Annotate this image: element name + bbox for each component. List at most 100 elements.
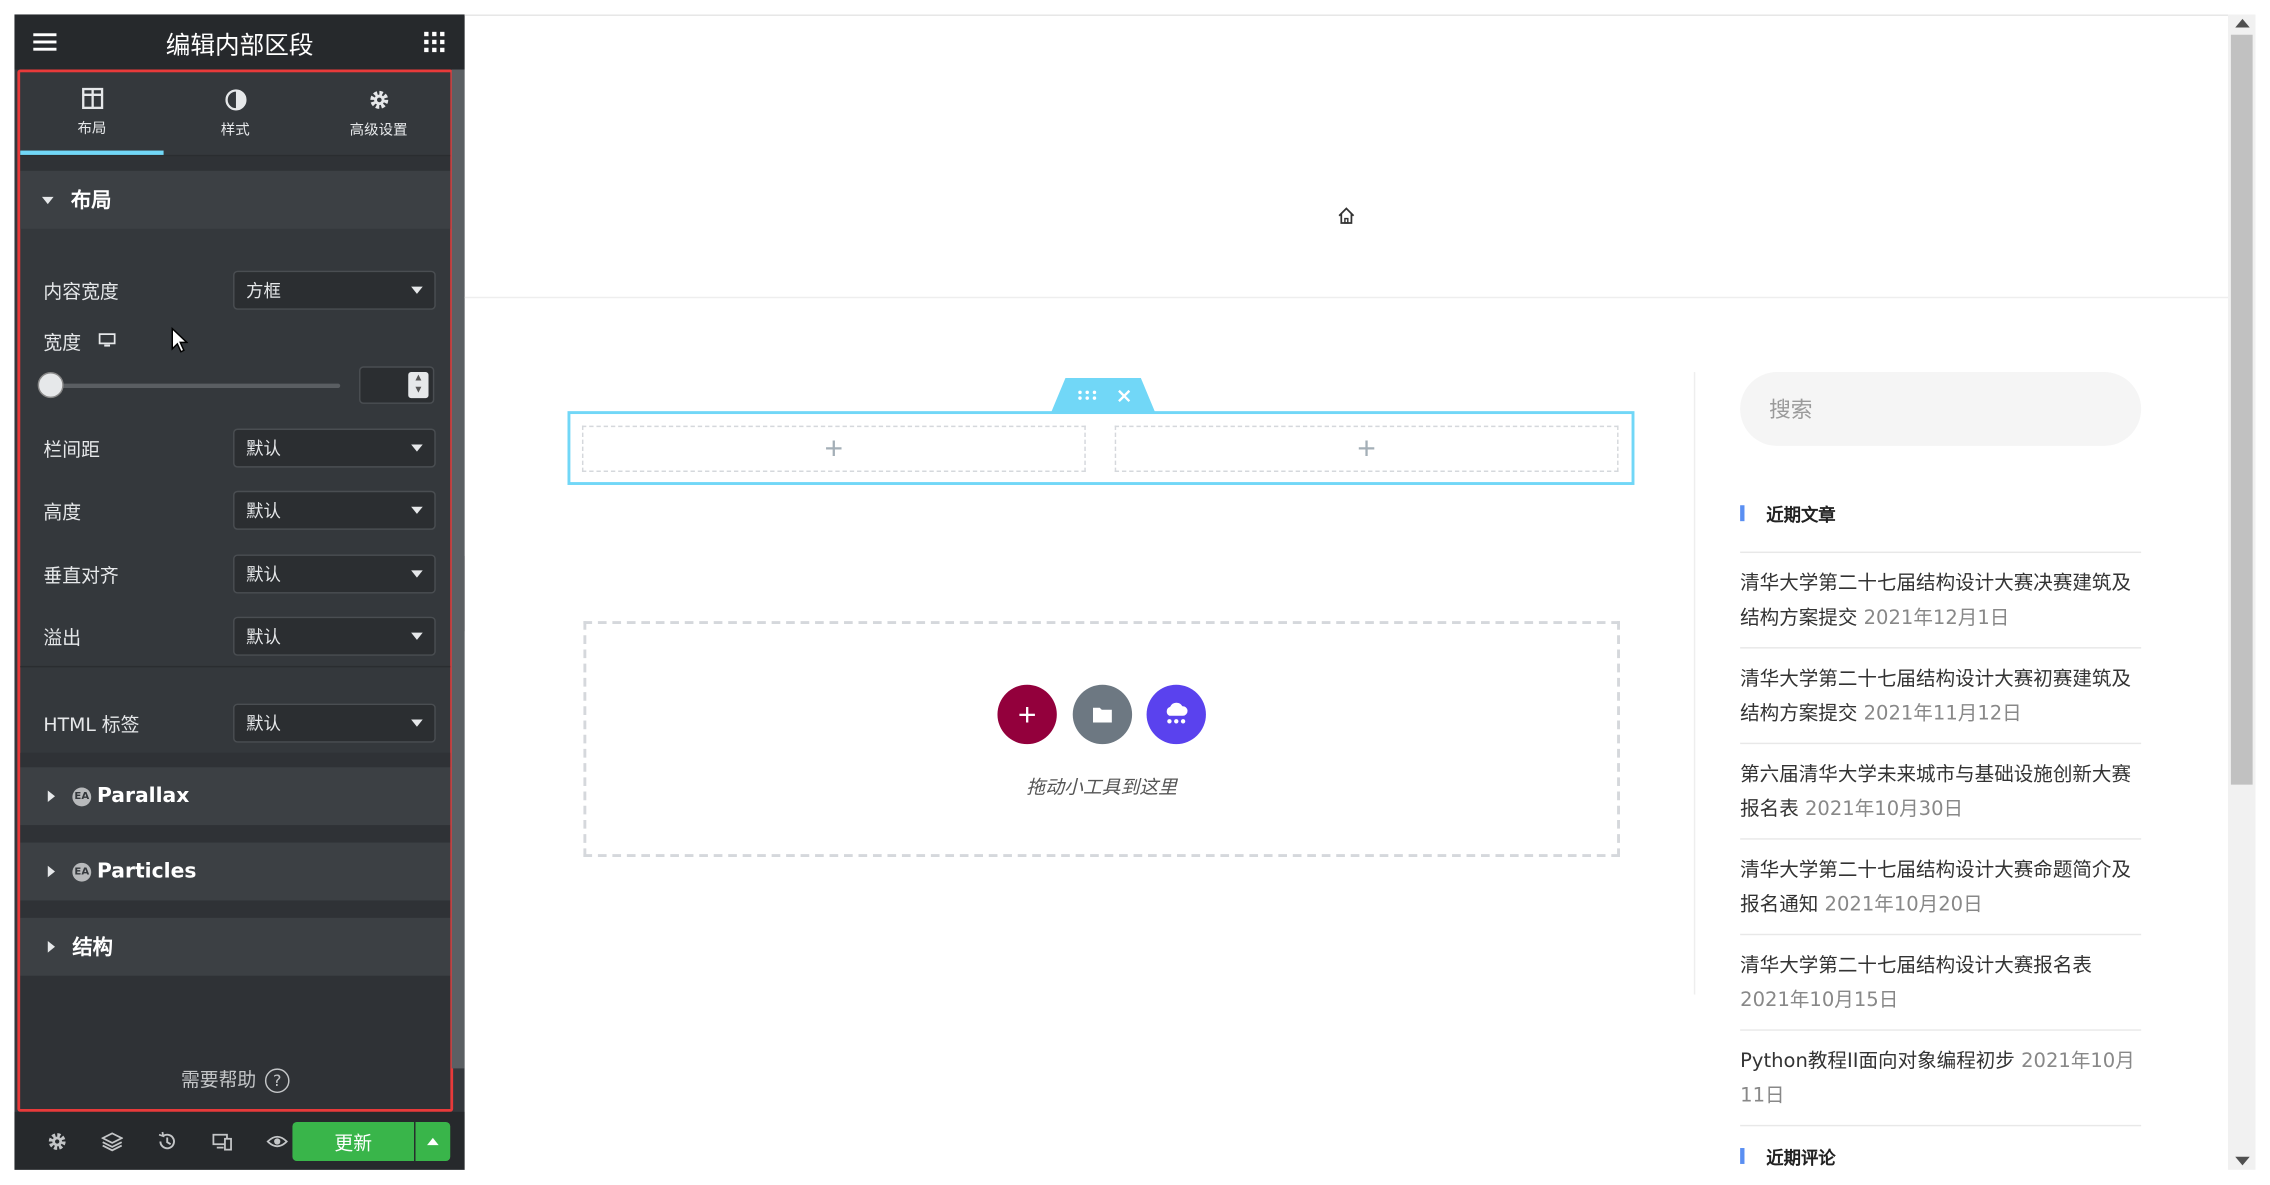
add-template-button[interactable] [1072,684,1133,745]
post-item[interactable]: 清华大学第二十七届结构设计大赛初赛建筑及结构方案提交 2021年11月12日 [1740,649,2142,745]
hamburger-menu-icon[interactable] [32,30,58,53]
drag-handle-icon[interactable] [1076,389,1096,401]
content-width-select[interactable]: 方框 [233,269,436,310]
search-input[interactable] [1740,372,2142,446]
height-control: 高度 默认 [43,489,436,530]
post-date: 2021年11月12日 [1863,702,2022,726]
overflow-select[interactable]: 默认 [233,615,436,656]
dropdown-arrow-icon [411,718,423,727]
vertical-align-control: 垂直对齐 默认 [43,553,436,594]
widget-drop-zone[interactable]: + 拖动小工具到这里 [583,621,1620,858]
widgets-grid-icon[interactable] [421,30,447,53]
caret-right-icon [47,941,56,953]
home-icon[interactable] [1336,206,1356,226]
help-text: 需要帮助 [180,1069,257,1092]
page-scrollbar[interactable] [2228,14,2256,1170]
scroll-up-icon[interactable] [2235,18,2250,28]
vertical-align-value: 默认 [246,563,281,585]
width-slider-handle[interactable] [37,372,64,399]
height-select[interactable]: 默认 [233,490,436,530]
column-gap-value: 默认 [246,437,281,459]
header-divider [464,296,2229,299]
history-footer-button[interactable] [139,1112,194,1170]
post-date: 2021年10月15日 [1740,988,1899,1012]
layout-section-title: 布局 [70,189,112,213]
particles-section-title: Particles [96,859,197,884]
html-tag-select[interactable]: 默认 [233,702,436,742]
columns-icon [81,87,103,109]
help-link[interactable]: 需要帮助? [20,1064,450,1094]
cloud-icon [1166,702,1188,724]
dropdown-arrow-icon [411,569,423,577]
scroll-down-icon[interactable] [2235,1156,2250,1166]
column-gap-select[interactable]: 默认 [233,427,436,467]
inner-section[interactable]: + + [567,411,1635,485]
panel-settings-area: 布局 样式 高级设置 布局 内容宽度 方框 宽度 ▲ ▼ 栏间距 默认 高度 默… [17,69,454,1112]
page-preview: + + + 拖动小工具到这里 近期文章 清华大学第二十七届结构设计大赛决赛建筑及… [464,14,2229,1170]
tab-layout[interactable]: 布局 [20,72,164,155]
tab-advanced[interactable]: 高级设置 [307,72,450,155]
overflow-control: 溢出 默认 [43,615,436,656]
height-label: 高度 [43,501,82,524]
dropdown-arrow-icon [411,505,423,514]
width-number-input[interactable]: ▲ ▼ [359,366,435,404]
responsive-devices-icon [211,1133,232,1150]
structure-section-header[interactable]: 结构 [20,917,451,976]
panel-scrollbar[interactable] [451,69,465,1069]
panel-title: 编辑内部区段 [165,31,314,61]
tab-layout-label: 布局 [77,120,107,137]
recent-posts-title: 近期文章 [1740,502,1836,527]
caret-right-icon [47,865,56,878]
navigator-footer-button[interactable] [84,1112,139,1170]
plus-icon: + [1017,695,1037,732]
parallax-section-header[interactable]: EA Parallax [20,767,451,826]
gear-icon [48,1132,65,1150]
close-icon[interactable] [1117,389,1130,402]
plus-icon[interactable]: + [1357,430,1376,468]
width-label: 宽度 [43,332,82,354]
empty-column[interactable]: + [1114,425,1619,472]
post-item[interactable]: 清华大学第二十七届结构设计大赛决赛建筑及结构方案提交 2021年12月1日 [1740,553,2142,649]
content-width-control: 内容宽度 方框 [43,269,436,310]
settings-footer-button[interactable] [29,1112,84,1170]
post-item[interactable]: 清华大学第二十七届结构设计大赛命题简介及报名通知 2021年10月20日 [1740,840,2142,936]
post-item[interactable]: Python教程II面向对象编程初步 2021年10月11日 [1740,1031,2142,1127]
caret-down-icon [41,196,54,204]
overflow-label: 溢出 [43,627,82,650]
vertical-align-label: 垂直对齐 [43,565,119,588]
desktop-icon[interactable] [98,333,116,347]
update-options-button[interactable] [415,1121,451,1162]
cloud-library-button[interactable] [1146,684,1206,745]
width-control: 宽度 [43,320,435,361]
particles-section-header[interactable]: EA Particles [20,842,451,901]
add-section-button[interactable]: + [997,684,1057,745]
recent-posts-list: 清华大学第二十七届结构设计大赛决赛建筑及结构方案提交 2021年12月1日 清华… [1740,551,2142,1127]
gear-icon [369,90,388,109]
number-spinner-icon[interactable]: ▲ ▼ [408,372,429,399]
update-button[interactable]: 更新 [292,1121,415,1162]
empty-column[interactable]: + [581,425,1086,472]
structure-section-title: 结构 [72,936,113,960]
panel-footer: 更新 [14,1111,465,1170]
content-width-label: 内容宽度 [43,281,119,304]
sidebar-divider [1693,372,1696,995]
section-handle[interactable] [1051,377,1156,413]
post-title[interactable]: 清华大学第二十七届结构设计大赛报名表 [1740,954,2092,977]
dropdown-arrow-icon [411,631,423,640]
layout-section-header[interactable]: 布局 [20,170,451,229]
post-date: 2021年10月30日 [1804,797,1964,821]
plus-icon[interactable]: + [825,430,844,468]
recent-comments-title: 近期评论 [1740,1145,1836,1170]
post-title[interactable]: Python教程II面向对象编程初步 [1740,1050,2015,1073]
history-icon [158,1131,175,1149]
tab-style[interactable]: 样式 [164,72,307,155]
width-slider-track[interactable] [50,383,341,388]
vertical-align-select[interactable]: 默认 [233,553,436,593]
post-item[interactable]: 第六届清华大学未来城市与基础设施创新大赛报名表 2021年10月30日 [1740,744,2142,840]
scrollbar-thumb[interactable] [2230,34,2253,785]
post-item[interactable]: 清华大学第二十七届结构设计大赛报名表 2021年10月15日 [1740,935,2142,1031]
tab-style-label: 样式 [220,123,250,139]
dropdown-arrow-icon [411,285,423,294]
responsive-footer-button[interactable] [194,1112,249,1170]
eye-icon [265,1135,288,1147]
